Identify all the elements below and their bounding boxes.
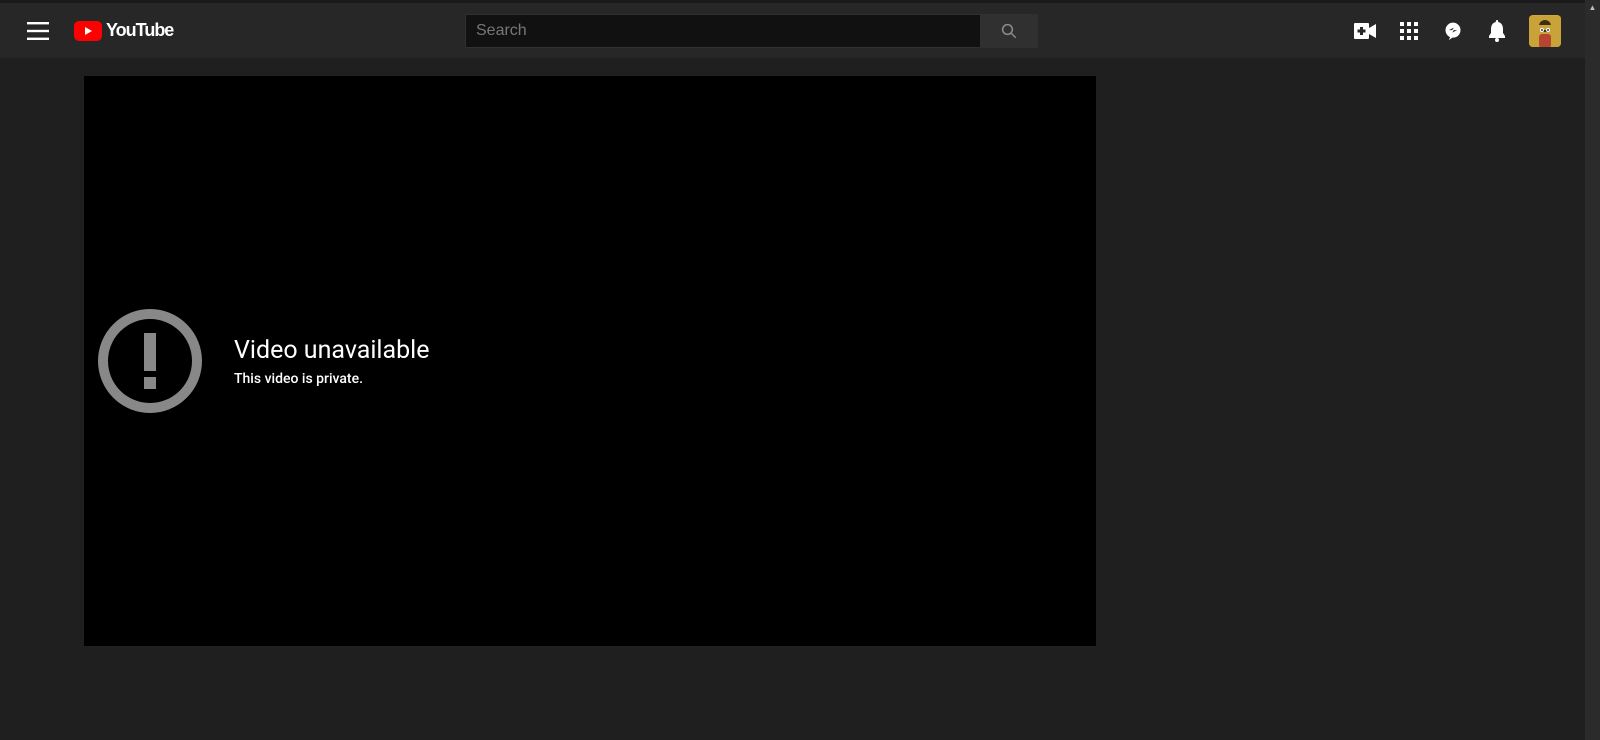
hamburger-icon [27,22,49,40]
account-avatar[interactable] [1529,15,1561,47]
youtube-logo[interactable]: YouTube [74,20,173,41]
vertical-scrollbar[interactable]: ▲ [1585,0,1600,740]
video-player[interactable]: Video unavailable This video is private. [84,76,1096,646]
player-error-subtitle: This video is private. [234,371,429,387]
header-actions [1343,3,1569,58]
player-error-text: Video unavailable This video is private. [234,336,429,387]
search-input[interactable] [465,14,980,48]
notifications-button[interactable] [1475,9,1519,53]
video-plus-icon [1354,23,1376,39]
search-button[interactable] [980,14,1038,48]
youtube-wordmark: YouTube [106,20,173,41]
player-error: Video unavailable This video is private. [94,309,429,413]
app-header: YouTube [0,0,1585,58]
messages-button[interactable] [1431,9,1475,53]
create-button[interactable] [1343,9,1387,53]
error-exclamation-icon [98,309,202,413]
avatar-image [1529,15,1561,47]
player-error-title: Video unavailable [234,336,429,365]
page-content: Video unavailable This video is private. [0,58,1585,740]
chat-bubble-icon [1443,21,1463,41]
bell-icon [1487,20,1507,42]
guide-menu-button[interactable] [16,9,60,53]
apps-button[interactable] [1387,9,1431,53]
apps-grid-icon [1400,22,1418,40]
youtube-play-icon [74,21,102,41]
scrollbar-arrow-up-icon[interactable]: ▲ [1585,0,1600,14]
search-form [465,14,1038,48]
search-icon [1000,22,1018,40]
